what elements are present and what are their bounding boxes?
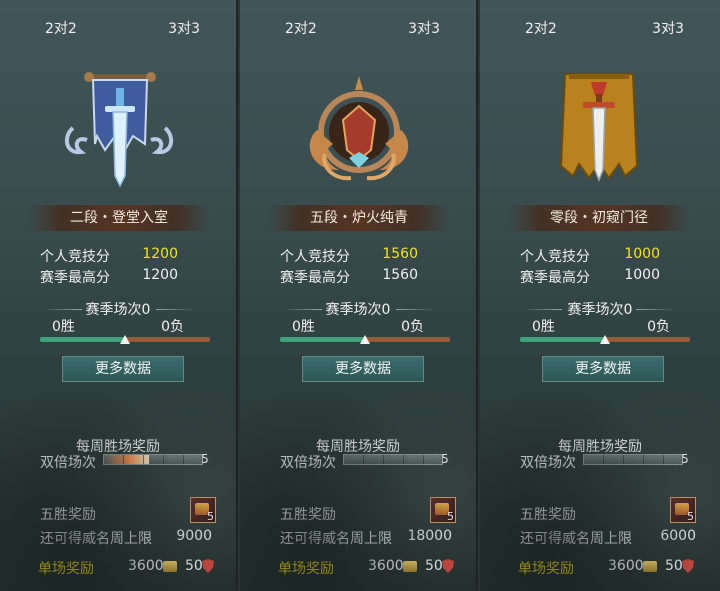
single-honor-value: 50 xyxy=(665,558,683,574)
weekly-cap-value: 6000 xyxy=(660,528,696,544)
loss-fill xyxy=(125,337,210,342)
win-fill xyxy=(280,337,365,342)
win-loss-bar xyxy=(280,335,450,344)
win-loss-bar xyxy=(40,335,210,344)
tab-3v3[interactable]: 3对3 xyxy=(652,18,684,38)
double-total: 5 xyxy=(194,451,214,467)
five-win-label: 五胜奖励 xyxy=(280,507,336,523)
tab-3v3[interactable]: 3对3 xyxy=(408,18,440,38)
single-reward-label: 单场奖励 xyxy=(278,561,334,577)
more-data-button[interactable]: 更多数据 xyxy=(542,356,664,382)
losses-count: 0负 xyxy=(161,319,184,335)
gold-ingot-icon xyxy=(643,561,657,572)
chest-count: 5 xyxy=(207,510,214,523)
chest-count: 5 xyxy=(687,510,694,523)
reward-chest-icon[interactable]: 5 xyxy=(190,497,216,523)
losses-count: 0负 xyxy=(401,319,424,335)
double-progress-bar xyxy=(583,454,683,465)
win-fill xyxy=(40,337,125,342)
reward-chest-icon[interactable]: 5 xyxy=(670,497,696,523)
stat-row-best: 赛季最高分 1560 xyxy=(280,267,436,287)
arena-panel-3: 2对2 3对3 零段・初窥门径 个人竞技分 1000 赛季最高分 1000 赛季… xyxy=(480,0,720,591)
weekly-cap-label: 还可得威名周上限 xyxy=(280,531,392,547)
reward-chest-icon[interactable]: 5 xyxy=(430,497,456,523)
season-matches: 赛季场次0 xyxy=(85,302,151,318)
arena-panel-1: 2对2 3对3 二段・登堂入室 个人竞技分 1200 赛季最高分 1200 赛季… xyxy=(0,0,238,591)
single-gold-value: 3600 xyxy=(608,558,644,574)
mode-tabs: 2对2 3对3 xyxy=(480,18,720,42)
weekly-cap-label: 还可得威名周上限 xyxy=(520,531,632,547)
score-value: 1560 xyxy=(382,246,418,262)
tab-3v3[interactable]: 3对3 xyxy=(168,18,200,38)
tab-2v2[interactable]: 2对2 xyxy=(45,18,77,38)
season-matches: 赛季场次0 xyxy=(567,302,633,318)
wins-count: 0胜 xyxy=(52,319,75,335)
honor-shield-icon xyxy=(202,559,214,573)
five-win-label: 五胜奖励 xyxy=(520,507,576,523)
gold-tattered-banner-sword-icon xyxy=(559,73,639,183)
score-value: 1200 xyxy=(142,246,178,262)
loss-fill xyxy=(605,337,690,342)
double-matches-label: 双倍场次 xyxy=(520,455,576,471)
ratio-marker xyxy=(120,335,130,344)
win-loss-bar xyxy=(520,335,690,344)
double-matches-label: 双倍场次 xyxy=(280,455,336,471)
best-score-value: 1560 xyxy=(382,267,418,283)
mode-tabs: 2对2 3对3 xyxy=(240,18,476,42)
single-reward-label: 单场奖励 xyxy=(38,561,94,577)
five-win-label: 五胜奖励 xyxy=(40,507,96,523)
best-score-value: 1000 xyxy=(624,267,660,283)
weekly-cap-value: 9000 xyxy=(176,528,212,544)
blue-banner-sword-icon xyxy=(64,72,174,188)
single-honor-value: 50 xyxy=(425,558,443,574)
rank-title: 五段・炉火纯青 xyxy=(268,205,450,231)
double-total: 5 xyxy=(434,451,454,467)
score-label: 个人竞技分 xyxy=(520,249,590,265)
wins-count: 0胜 xyxy=(292,319,315,335)
more-data-button[interactable]: 更多数据 xyxy=(62,356,184,382)
single-gold-value: 3600 xyxy=(128,558,164,574)
chest-count: 5 xyxy=(447,510,454,523)
best-score-label: 赛季最高分 xyxy=(520,270,590,286)
tab-2v2[interactable]: 2对2 xyxy=(285,18,317,38)
honor-shield-icon xyxy=(682,559,694,573)
rank-title: 零段・初窥门径 xyxy=(508,205,690,231)
best-score-label: 赛季最高分 xyxy=(280,270,350,286)
weekly-cap-value: 18000 xyxy=(407,528,452,544)
single-reward-label: 单场奖励 xyxy=(518,561,574,577)
ratio-marker xyxy=(600,335,610,344)
score-label: 个人竞技分 xyxy=(40,249,110,265)
stat-row-score: 个人竞技分 1560 xyxy=(280,246,436,266)
double-progress-bar xyxy=(103,454,203,465)
arena-panel-2: 2对2 3对3 五段・炉火纯青 个人竞技分 1560 赛季最高分 1560 赛季… xyxy=(240,0,478,591)
stat-row-best: 赛季最高分 1000 xyxy=(520,267,680,287)
win-fill xyxy=(520,337,605,342)
best-score-label: 赛季最高分 xyxy=(40,270,110,286)
wins-count: 0胜 xyxy=(532,319,555,335)
ratio-marker xyxy=(360,335,370,344)
best-score-value: 1200 xyxy=(142,267,178,283)
weekly-cap-label: 还可得威名周上限 xyxy=(40,531,152,547)
stat-row-score: 个人竞技分 1200 xyxy=(40,246,196,266)
rank-title: 二段・登堂入室 xyxy=(28,205,210,231)
score-value: 1000 xyxy=(624,246,660,262)
double-progress-bar xyxy=(343,454,443,465)
stat-row-best: 赛季最高分 1200 xyxy=(40,267,196,287)
single-honor-value: 50 xyxy=(185,558,203,574)
losses-count: 0负 xyxy=(647,319,670,335)
honor-shield-icon xyxy=(442,559,454,573)
bronze-winged-crest-icon xyxy=(309,76,409,181)
loss-fill xyxy=(365,337,450,342)
score-label: 个人竞技分 xyxy=(280,249,350,265)
more-data-button[interactable]: 更多数据 xyxy=(302,356,424,382)
gold-ingot-icon xyxy=(163,561,177,572)
mode-tabs: 2对2 3对3 xyxy=(0,18,236,42)
season-matches: 赛季场次0 xyxy=(325,302,391,318)
tab-2v2[interactable]: 2对2 xyxy=(525,18,557,38)
double-matches-label: 双倍场次 xyxy=(40,455,96,471)
double-total: 5 xyxy=(674,451,694,467)
single-gold-value: 3600 xyxy=(368,558,404,574)
stat-row-score: 个人竞技分 1000 xyxy=(520,246,680,266)
gold-ingot-icon xyxy=(403,561,417,572)
